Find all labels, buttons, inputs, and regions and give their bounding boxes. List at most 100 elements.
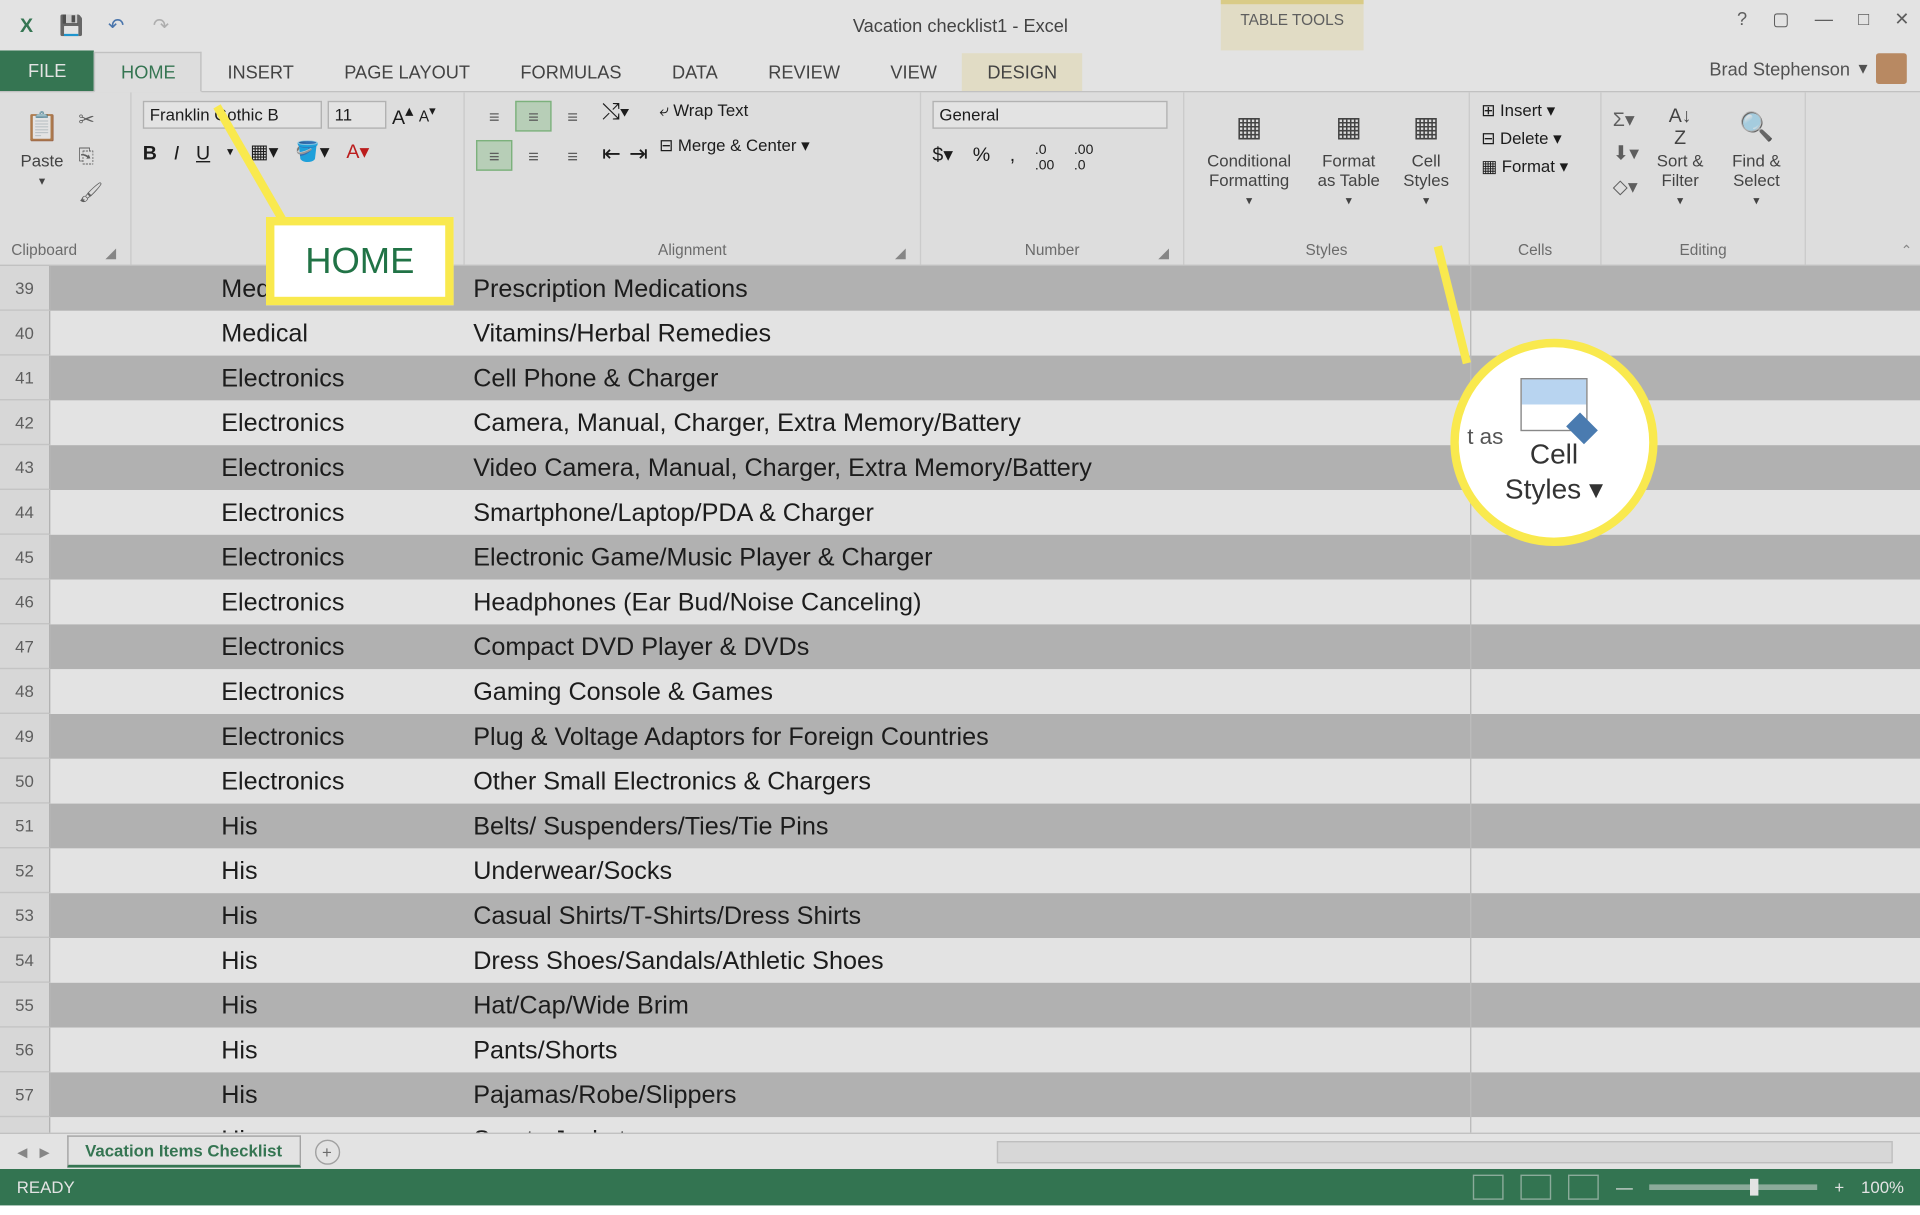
row-header[interactable]: 40: [0, 311, 50, 356]
cell-category[interactable]: His: [210, 1035, 462, 1064]
format-painter-icon[interactable]: 🖌: [78, 179, 106, 204]
align-top-button[interactable]: ≡: [476, 101, 512, 132]
row-header[interactable]: 42: [0, 400, 50, 445]
minimize-icon[interactable]: —: [1815, 8, 1833, 30]
cell-category[interactable]: His: [210, 811, 462, 840]
collapse-ribbon-icon[interactable]: ⌃: [1901, 244, 1913, 259]
cell-item[interactable]: Belts/ Suspenders/Ties/Tie Pins: [462, 811, 1470, 840]
cell-category[interactable]: Electronics: [210, 722, 462, 751]
conditional-formatting-button[interactable]: ▦Conditional Formatting▾: [1196, 101, 1303, 212]
table-row[interactable]: ElectronicsElectronic Game/Music Player …: [50, 535, 1920, 580]
row-header[interactable]: 46: [0, 580, 50, 625]
normal-view-button[interactable]: [1473, 1175, 1504, 1200]
orientation-button[interactable]: ⤭▾: [602, 101, 648, 126]
zoom-out-button[interactable]: —: [1616, 1177, 1633, 1197]
align-center-button[interactable]: ≡: [515, 140, 551, 171]
row-header[interactable]: 43: [0, 445, 50, 490]
decrease-decimal-button[interactable]: .00.0: [1074, 143, 1093, 174]
cell-item[interactable]: Hat/Cap/Wide Brim: [462, 991, 1470, 1020]
increase-indent-button[interactable]: ⇥: [629, 140, 648, 168]
table-row[interactable]: HisHat/Cap/Wide Brim: [50, 983, 1920, 1028]
tab-insert[interactable]: INSERT: [202, 53, 319, 91]
help-icon[interactable]: ?: [1737, 8, 1747, 30]
cell-styles-button[interactable]: ▦Cell Styles▾: [1395, 101, 1458, 212]
cell-item[interactable]: Underwear/Socks: [462, 856, 1470, 885]
table-row[interactable]: HisDress Shoes/Sandals/Athletic Shoes: [50, 938, 1920, 983]
row-header[interactable]: 55: [0, 983, 50, 1028]
border-button[interactable]: ▦▾: [250, 140, 278, 164]
cell-item[interactable]: Prescription Medications: [462, 274, 1470, 303]
cell-item[interactable]: Compact DVD Player & DVDs: [462, 632, 1470, 661]
paste-button[interactable]: 📋 Paste▾: [11, 101, 73, 192]
align-middle-button[interactable]: ≡: [515, 101, 551, 132]
cell-category[interactable]: Electronics: [210, 632, 462, 661]
tab-formulas[interactable]: FORMULAS: [495, 53, 647, 91]
tab-design[interactable]: DESIGN: [962, 53, 1082, 91]
redo-icon[interactable]: ↷: [148, 13, 173, 38]
tab-page-layout[interactable]: PAGE LAYOUT: [319, 53, 495, 91]
cell-item[interactable]: Pajamas/Robe/Slippers: [462, 1080, 1470, 1109]
tab-view[interactable]: VIEW: [865, 53, 962, 91]
table-row[interactable]: ElectronicsPlug & Voltage Adaptors for F…: [50, 714, 1920, 759]
undo-icon[interactable]: ↶: [104, 13, 129, 38]
italic-button[interactable]: I: [174, 141, 179, 163]
sheet-nav-prev-icon[interactable]: ◄: [14, 1142, 31, 1162]
percent-button[interactable]: %: [973, 143, 990, 174]
clipboard-launcher-icon[interactable]: ◢: [105, 246, 116, 261]
align-bottom-button[interactable]: ≡: [554, 101, 590, 132]
row-header[interactable]: 50: [0, 759, 50, 804]
cell-item[interactable]: Headphones (Ear Bud/Noise Canceling): [462, 587, 1470, 616]
zoom-level[interactable]: 100%: [1861, 1177, 1904, 1197]
tab-file[interactable]: FILE: [0, 50, 94, 91]
table-row[interactable]: ElectronicsHeadphones (Ear Bud/Noise Can…: [50, 580, 1920, 625]
table-row[interactable]: ElectronicsOther Small Electronics & Cha…: [50, 759, 1920, 804]
cell-category[interactable]: His: [210, 901, 462, 930]
cell-category[interactable]: Electronics: [210, 543, 462, 572]
tab-home[interactable]: HOME: [94, 52, 202, 93]
tab-review[interactable]: REVIEW: [743, 53, 865, 91]
alignment-launcher-icon[interactable]: ◢: [895, 246, 906, 261]
row-header[interactable]: 57: [0, 1072, 50, 1117]
align-left-button[interactable]: ≡: [476, 140, 512, 171]
fill-color-button[interactable]: 🪣▾: [295, 140, 329, 164]
accounting-button[interactable]: $▾: [932, 143, 953, 174]
increase-decimal-button[interactable]: .0.00: [1035, 143, 1054, 174]
find-select-button[interactable]: 🔍Find & Select▾: [1719, 101, 1793, 212]
autosum-button[interactable]: Σ▾: [1613, 106, 1641, 131]
cell-item[interactable]: Smartphone/Laptop/PDA & Charger: [462, 498, 1470, 527]
cell-category[interactable]: His: [210, 946, 462, 975]
row-header[interactable]: 54: [0, 938, 50, 983]
font-size-input[interactable]: [328, 101, 387, 129]
cell-item[interactable]: Pants/Shorts: [462, 1035, 1470, 1064]
row-header[interactable]: 53: [0, 893, 50, 938]
page-break-view-button[interactable]: [1568, 1175, 1599, 1200]
cell-category[interactable]: Electronics: [210, 408, 462, 437]
row-header[interactable]: 44: [0, 490, 50, 535]
cell-item[interactable]: Vitamins/Herbal Remedies: [462, 319, 1470, 348]
align-right-button[interactable]: ≡: [554, 140, 590, 171]
zoom-in-button[interactable]: +: [1834, 1177, 1844, 1197]
cell-category[interactable]: Electronics: [210, 767, 462, 796]
format-cells-button[interactable]: ▦ Format ▾: [1481, 157, 1568, 177]
cell-item[interactable]: Electronic Game/Music Player & Charger: [462, 543, 1470, 572]
row-header[interactable]: 51: [0, 804, 50, 849]
zoom-slider[interactable]: [1650, 1184, 1818, 1190]
tab-data[interactable]: DATA: [647, 53, 743, 91]
table-row[interactable]: HisUnderwear/Socks: [50, 848, 1920, 893]
insert-cells-button[interactable]: ⊞ Insert ▾: [1481, 101, 1555, 121]
number-launcher-icon[interactable]: ◢: [1158, 246, 1169, 261]
restore-icon[interactable]: □: [1858, 8, 1869, 30]
ribbon-options-icon[interactable]: ▢: [1772, 8, 1789, 30]
merge-center-button[interactable]: ⊟ Merge & Center ▾: [659, 136, 809, 156]
row-header[interactable]: 45: [0, 535, 50, 580]
cell-category[interactable]: Medical: [210, 319, 462, 348]
wrap-text-button[interactable]: ⤶ Wrap Text: [659, 101, 809, 122]
cell-category[interactable]: Electronics: [210, 498, 462, 527]
row-header[interactable]: 48: [0, 669, 50, 714]
table-row[interactable]: ElectronicsCompact DVD Player & DVDs: [50, 624, 1920, 669]
cell-item[interactable]: Cell Phone & Charger: [462, 363, 1470, 392]
number-format-input[interactable]: [932, 101, 1167, 129]
cell-category[interactable]: Electronics: [210, 453, 462, 482]
cell-category[interactable]: His: [210, 856, 462, 885]
underline-button[interactable]: U: [196, 141, 210, 163]
